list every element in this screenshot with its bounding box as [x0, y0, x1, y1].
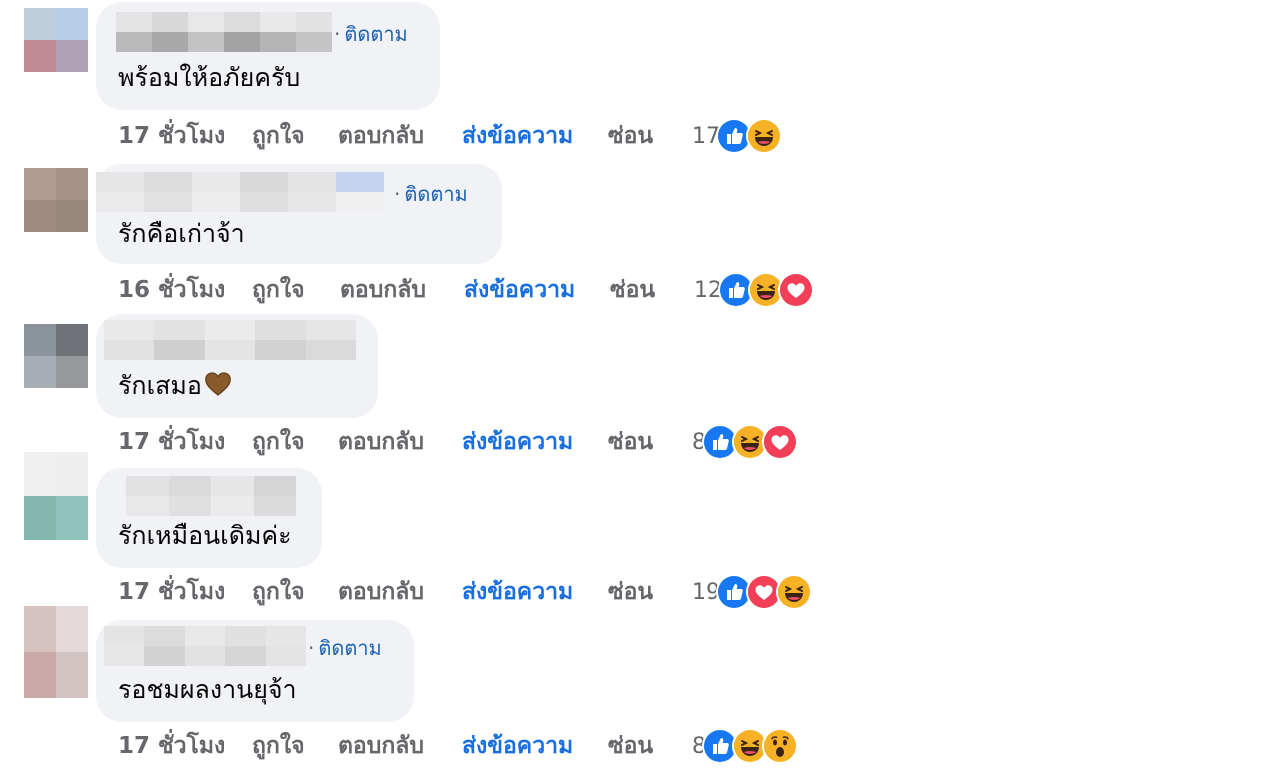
comment-text: รักคือเก่าจ้า: [118, 219, 245, 248]
avatar[interactable]: [24, 324, 88, 388]
reply-button[interactable]: ตอบกลับ: [338, 726, 424, 766]
love-icon: [762, 424, 798, 460]
comment-item: รักเสมอ 17 ชั่วโมง ถูกใจ ตอบกลับ ส่งข้อค…: [0, 304, 1280, 460]
comment-text: รักเหมือนเดิมค่ะ: [118, 521, 292, 550]
follow-link[interactable]: · ติดตาม: [394, 180, 468, 208]
follow-link[interactable]: · ติดตาม: [308, 634, 382, 662]
comment-text-content: รักเสมอ: [118, 371, 202, 400]
comment-text: รอชมผลงานยุจ้า: [118, 675, 297, 704]
timestamp[interactable]: 17 ชั่วโมง: [118, 116, 225, 156]
comment-item: · ติดตาม รักคือเก่าจ้า 16 ชั่วโมง ถูกใจ ต…: [0, 152, 1280, 308]
timestamp[interactable]: 17 ชั่วโมง: [118, 572, 225, 612]
send-message-button[interactable]: ส่งข้อความ: [462, 726, 573, 766]
comment-bubble: · ติดตาม พร้อมให้อภัยครับ: [96, 2, 440, 110]
follow-label[interactable]: ติดตาม: [344, 22, 407, 46]
send-message-button[interactable]: ส่งข้อความ: [462, 572, 573, 612]
comment-bubble: รักเหมือนเดิมค่ะ: [96, 468, 322, 568]
comment-bubble: · ติดตาม รอชมผลงานยุจ้า: [96, 620, 414, 722]
follow-link[interactable]: · ติดตาม: [334, 20, 408, 48]
comment-item: รักเหมือนเดิมค่ะ 17 ชั่วโมง ถูกใจ ตอบกลั…: [0, 452, 1280, 610]
wow-icon: [762, 728, 798, 764]
reaction-summary[interactable]: 8: [692, 726, 798, 766]
hide-button[interactable]: ซ่อน: [608, 726, 653, 766]
haha-icon: [746, 118, 782, 154]
commenter-name-blurred[interactable]: [126, 476, 296, 516]
like-button[interactable]: ถูกใจ: [252, 116, 305, 156]
like-button[interactable]: ถูกใจ: [252, 572, 305, 612]
avatar[interactable]: [24, 8, 88, 72]
commenter-name-blurred[interactable]: [96, 172, 384, 212]
commenter-name-blurred[interactable]: [104, 626, 307, 666]
separator-dot: ·: [394, 182, 401, 206]
follow-label[interactable]: ติดตาม: [404, 182, 467, 206]
avatar[interactable]: [24, 606, 88, 698]
reply-button[interactable]: ตอบกลับ: [338, 116, 424, 156]
follow-label[interactable]: ติดตาม: [318, 636, 381, 660]
reaction-summary[interactable]: 17: [692, 116, 782, 156]
comment-bubble: · ติดตาม รักคือเก่าจ้า: [96, 164, 502, 264]
comment-item: · ติดตาม รอชมผลงานยุจ้า 17 ชั่วโมง ถูกใจ …: [0, 606, 1280, 764]
hide-button[interactable]: ซ่อน: [608, 116, 653, 156]
timestamp[interactable]: 17 ชั่วโมง: [118, 726, 225, 766]
reaction-summary[interactable]: 19: [692, 572, 812, 612]
avatar[interactable]: [24, 452, 88, 540]
reply-button[interactable]: ตอบกลับ: [338, 572, 424, 612]
comment-text: พร้อมให้อภัยครับ: [118, 63, 301, 92]
commenter-name-blurred[interactable]: [104, 320, 357, 360]
hide-button[interactable]: ซ่อน: [608, 572, 653, 612]
send-message-button[interactable]: ส่งข้อความ: [462, 116, 573, 156]
comment-item: · ติดตาม พร้อมให้อภัยครับ 17 ชั่วโมง ถูกใ…: [0, 0, 1280, 154]
separator-dot: ·: [308, 636, 315, 660]
haha-icon: [776, 574, 812, 610]
commenter-name-blurred[interactable]: [116, 12, 332, 52]
love-icon: [778, 272, 814, 308]
separator-dot: ·: [334, 22, 341, 46]
brown-heart-icon: [205, 372, 231, 396]
comment-bubble: รักเสมอ: [96, 314, 378, 418]
comment-text: รักเสมอ: [118, 368, 232, 404]
like-button[interactable]: ถูกใจ: [252, 726, 305, 766]
avatar[interactable]: [24, 168, 88, 232]
